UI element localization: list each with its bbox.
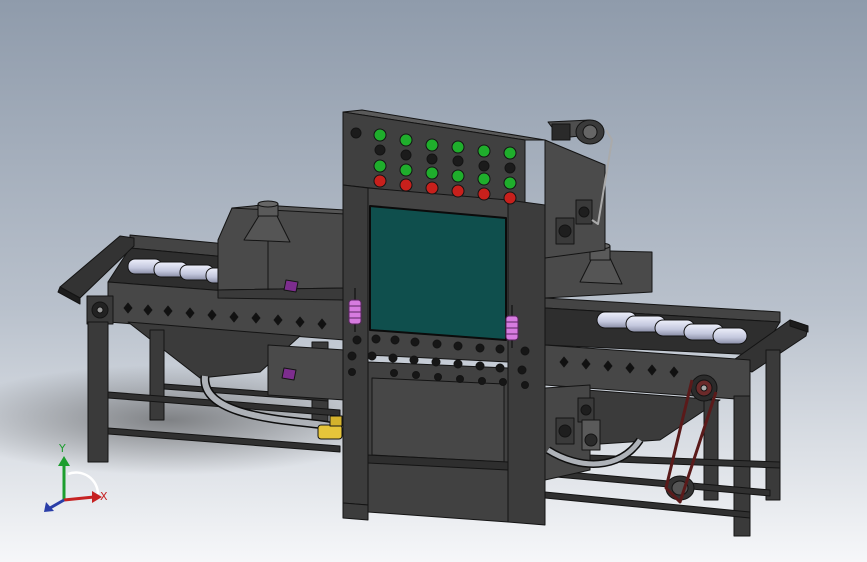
run-button-2[interactable] [399, 163, 413, 177]
start-button-6[interactable] [503, 146, 517, 160]
power-indicator[interactable] [350, 127, 362, 139]
run-button-6[interactable] [503, 176, 517, 190]
indicator-black-4[interactable] [452, 155, 464, 167]
stop-button-2[interactable] [399, 178, 413, 192]
stop-button-3[interactable] [425, 181, 439, 195]
drive-motor-lower [665, 475, 695, 501]
start-button-4[interactable] [451, 140, 465, 154]
viewing-window[interactable] [369, 205, 507, 341]
stop-button-4[interactable] [451, 184, 465, 198]
run-button-5[interactable] [477, 172, 491, 186]
sandblasting-machine-model[interactable] [0, 0, 867, 562]
cabinet-side-mechanism [581, 419, 601, 451]
cabinet-left-column [342, 184, 369, 521]
indicator-black-1[interactable] [374, 144, 386, 156]
run-button-1[interactable] [373, 159, 387, 173]
start-button-1[interactable] [373, 128, 387, 142]
y-axis-label: Y [59, 442, 66, 455]
stop-button-6[interactable] [503, 191, 517, 205]
indicator-black-2[interactable] [400, 149, 412, 161]
run-button-3[interactable] [425, 166, 439, 180]
cad-viewport[interactable]: Y X [0, 0, 867, 562]
indicator-black-3[interactable] [426, 153, 438, 165]
indicator-black-6[interactable] [504, 162, 516, 174]
start-button-2[interactable] [399, 133, 413, 147]
start-button-3[interactable] [425, 138, 439, 152]
stop-button-1[interactable] [373, 174, 387, 188]
left-handle-lower [281, 367, 297, 381]
stop-button-5[interactable] [477, 187, 491, 201]
run-button-4[interactable] [451, 169, 465, 183]
x-axis-label: X [100, 490, 108, 503]
cabinet-right-column [507, 199, 546, 526]
start-button-5[interactable] [477, 144, 491, 158]
indicator-black-5[interactable] [478, 160, 490, 172]
cabinet-lower-door[interactable] [371, 377, 505, 463]
left-lower-housing [267, 344, 346, 401]
left-handle-upper [283, 279, 299, 293]
